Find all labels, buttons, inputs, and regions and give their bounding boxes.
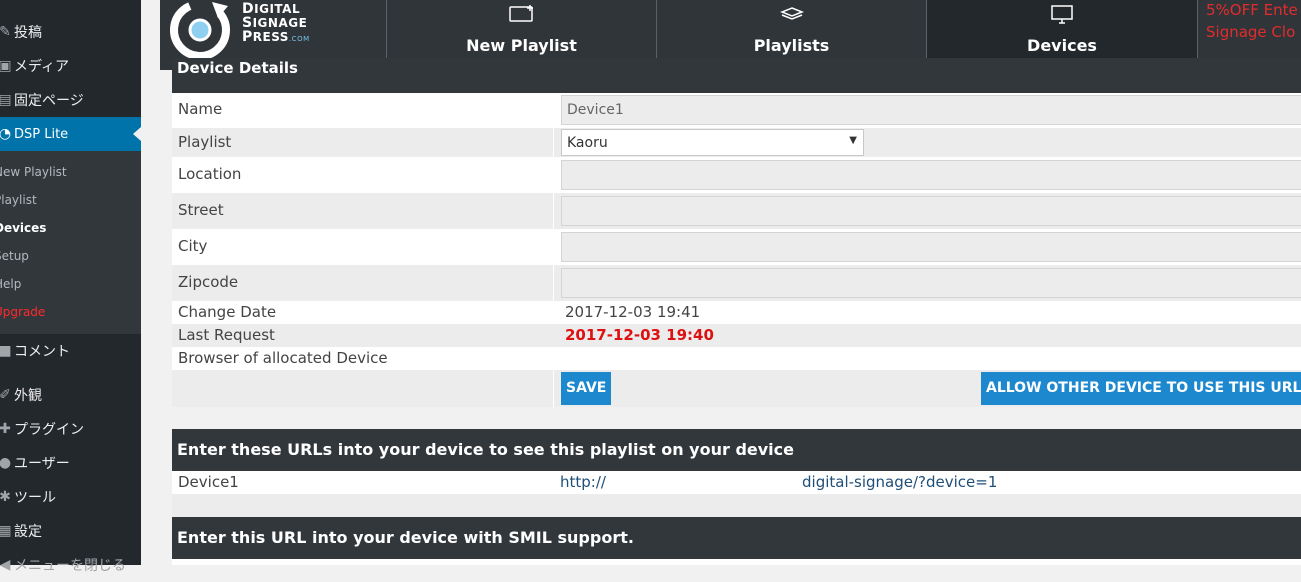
urls-heading: Enter these URLs into your device to see… <box>172 429 1301 471</box>
menu-item-media[interactable]: ▣ メディア <box>0 49 141 83</box>
collapse-icon: ◀ <box>0 557 11 573</box>
submenu-playlist[interactable]: Playlist <box>0 190 37 210</box>
menu-item-collapse[interactable]: ◀ メニューを閉じる <box>0 548 141 582</box>
menu-item-pages[interactable]: ▤ 固定ページ <box>0 83 141 117</box>
row-smil-url <box>172 559 1301 565</box>
layers-icon <box>657 3 926 29</box>
row-playlist: Playlist Kaoru ▼ <box>172 128 1301 157</box>
last-request-value: 2017-12-03 19:40 <box>565 326 714 344</box>
plugin-icon: ✚ <box>0 421 11 437</box>
row-location: Location <box>172 157 1301 193</box>
menu-item-dsp-lite[interactable]: ◔ DSP Lite <box>0 117 141 151</box>
row-change-date: Change Date 2017-12-03 19:41 <box>172 301 1301 324</box>
row-actions: SAVE ALLOW OTHER DEVICE TO USE THIS URL <box>172 370 1301 407</box>
street-field[interactable] <box>561 196 1301 226</box>
location-field[interactable] <box>561 160 1301 190</box>
page-icon: ▤ <box>0 92 12 108</box>
comment-icon: ■ <box>0 343 12 359</box>
menu-item-settings[interactable]: ▦ 設定 <box>0 514 141 548</box>
menu-item-posts[interactable]: ✎ 投稿 <box>0 15 141 49</box>
device-url-suffix[interactable]: digital-signage/?device=1 <box>802 473 997 491</box>
logo-line-2: SIGNAGE <box>242 15 308 31</box>
media-icon: ▣ <box>0 58 12 74</box>
row-street: Street <box>172 193 1301 229</box>
row-device-url: Device1 http:// digital-signage/?device=… <box>172 471 1301 494</box>
submenu-setup[interactable]: Setup <box>0 246 29 266</box>
dsp-submenu: New Playlist Playlist Devices Setup Help… <box>0 151 141 334</box>
tools-icon: ✱ <box>0 489 11 505</box>
allow-other-device-button[interactable]: ALLOW OTHER DEVICE TO USE THIS URL <box>981 372 1301 405</box>
device-url-prefix[interactable]: http:// <box>560 473 606 491</box>
user-icon: ● <box>0 455 12 471</box>
menu-item-users[interactable]: ● ユーザー <box>0 446 141 480</box>
row-last-request: Last Request 2017-12-03 19:40 <box>172 324 1301 347</box>
menu-item-plugins[interactable]: ✚ プラグイン <box>0 412 141 446</box>
row-name: Name Device1 <box>172 93 1301 128</box>
smil-heading: Enter this URL into your device with SMI… <box>172 517 1301 559</box>
menu-item-appearance[interactable]: ✐ 外観 <box>0 378 141 412</box>
city-field[interactable] <box>561 232 1301 262</box>
dsp-icon: ◔ <box>0 126 12 142</box>
logo-line-3: PRESS.COM <box>242 29 310 45</box>
menu-item-tools[interactable]: ✱ ツール <box>0 480 141 514</box>
menu-item-comments[interactable]: ■ コメント <box>0 334 141 368</box>
submenu-upgrade[interactable]: Upgrade <box>0 302 45 322</box>
playlist-select[interactable]: Kaoru ▼ <box>561 129 864 156</box>
change-date-value: 2017-12-03 19:41 <box>565 303 701 321</box>
monitor-icon <box>927 3 1197 29</box>
save-button[interactable]: SAVE <box>561 372 612 405</box>
redacted-url-part <box>612 471 802 494</box>
pin-icon: ✎ <box>0 24 11 40</box>
submenu-help[interactable]: Help <box>0 274 21 294</box>
admin-sidebar: ✎ 投稿 ▣ メディア ▤ 固定ページ ◔ DSP Lite New Playl… <box>0 0 141 574</box>
appearance-icon: ✐ <box>0 387 11 403</box>
zipcode-field[interactable] <box>561 268 1301 298</box>
submenu-new-playlist[interactable]: New Playlist <box>0 162 67 182</box>
row-zipcode: Zipcode <box>172 265 1301 301</box>
logo-line-1: DIGITAL <box>242 1 301 17</box>
new-playlist-icon <box>387 3 656 29</box>
row-city: City <box>172 229 1301 265</box>
submenu-devices[interactable]: Devices <box>0 218 46 238</box>
settings-icon: ▦ <box>0 523 12 539</box>
name-field[interactable]: Device1 <box>561 95 1301 125</box>
row-browser: Browser of allocated Device <box>172 347 1301 370</box>
logo-mark-icon <box>170 0 230 60</box>
device-details-heading: Device Details <box>172 58 1301 93</box>
dropdown-arrow-icon: ▼ <box>849 135 857 146</box>
